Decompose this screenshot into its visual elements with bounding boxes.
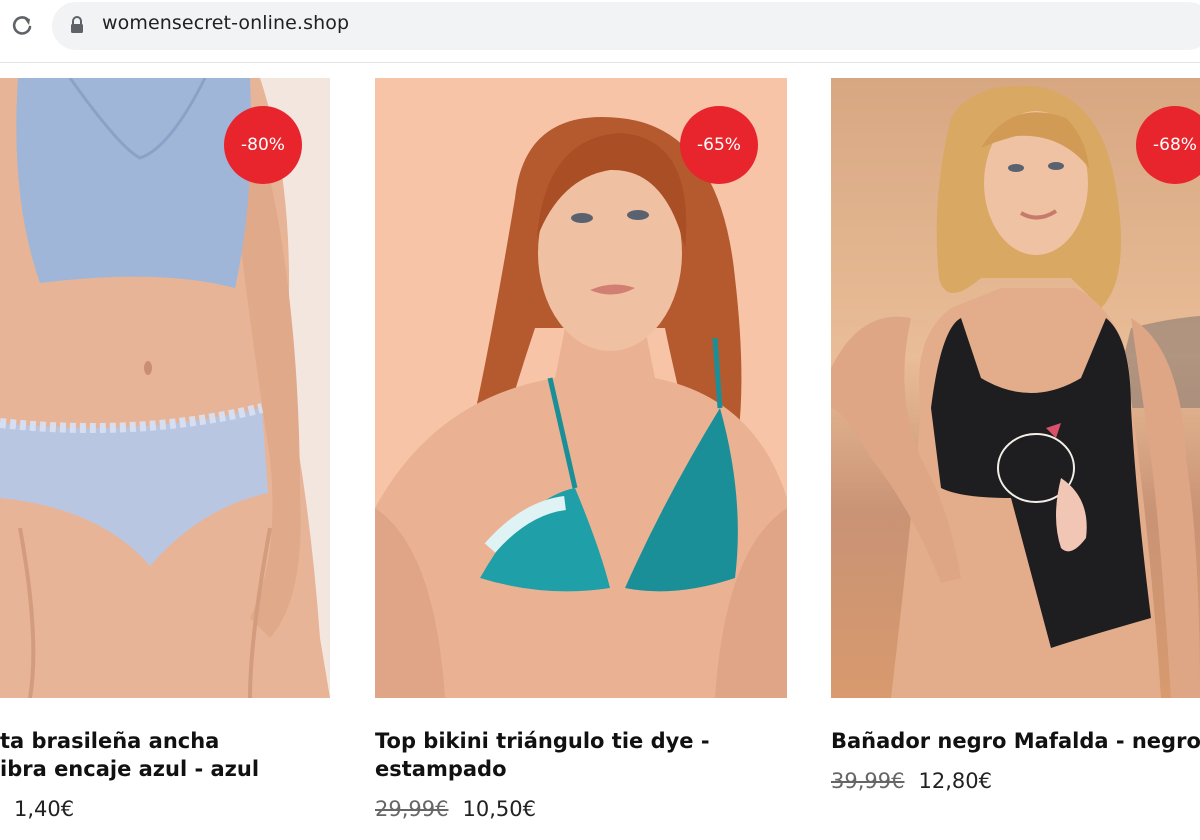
browser-toolbar: womensecret-online.shop	[0, 0, 1200, 63]
product-title[interactable]: Top bikini triángulo tie dye - estampado	[375, 727, 710, 783]
old-price: 39,99€	[831, 769, 905, 793]
sale-price: 10,50€	[462, 797, 536, 821]
product-image[interactable]	[831, 78, 1200, 698]
product-title-line[interactable]: Top bikini triángulo tie dye -	[375, 727, 710, 755]
sale-price: 1,40€	[14, 797, 75, 821]
price-row: 29,99€ 10,50€	[375, 797, 536, 821]
reload-icon[interactable]	[6, 10, 38, 42]
discount-badge: -65%	[680, 106, 758, 184]
discount-badge: -80%	[224, 106, 302, 184]
product-title[interactable]: Bañador negro Mafalda - negro	[831, 727, 1200, 755]
lock-icon[interactable]	[70, 16, 84, 34]
product-title-line[interactable]: Bañador negro Mafalda - negro	[831, 727, 1200, 755]
price-row: 1,40€	[0, 797, 74, 821]
product-title[interactable]: ta brasileña ancha ibra encaje azul - az…	[0, 727, 259, 783]
sale-price: 12,80€	[918, 769, 992, 793]
address-url[interactable]: womensecret-online.shop	[102, 12, 349, 34]
product-title-line[interactable]: ibra encaje azul - azul	[0, 755, 259, 783]
product-title-line[interactable]: estampado	[375, 755, 710, 783]
product-title-line[interactable]: ta brasileña ancha	[0, 727, 259, 755]
price-row: 39,99€ 12,80€	[831, 769, 992, 793]
old-price: 29,99€	[375, 797, 449, 821]
